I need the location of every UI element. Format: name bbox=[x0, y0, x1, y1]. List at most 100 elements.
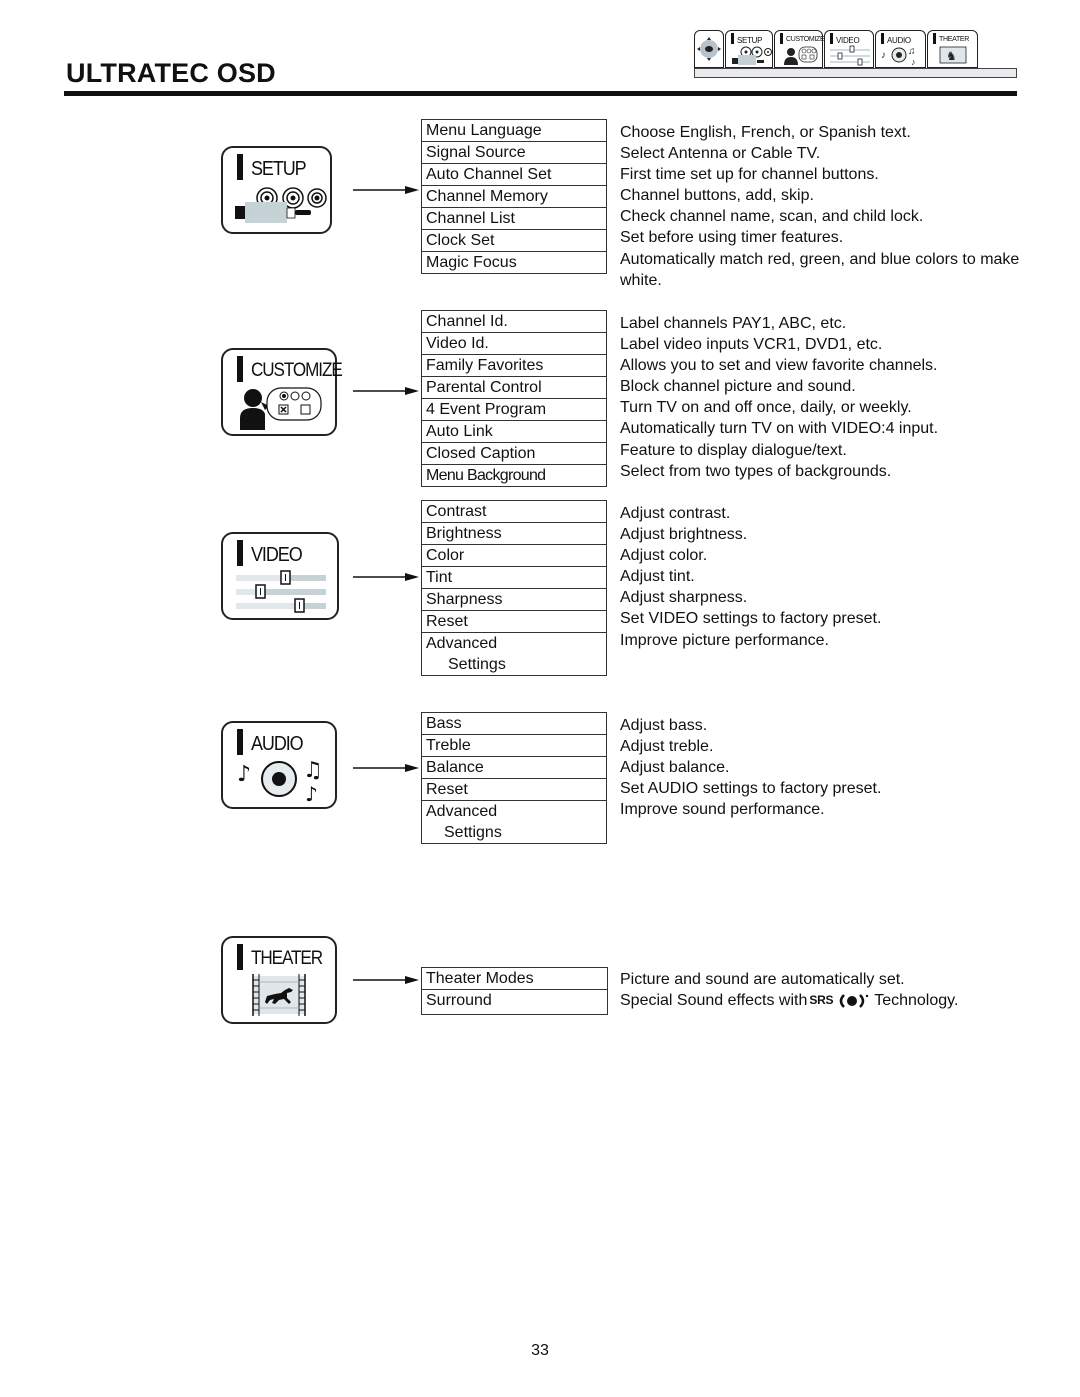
description: Adjust bass. bbox=[620, 717, 708, 734]
description: Improve picture performance. bbox=[620, 631, 829, 649]
tab-strip-bar bbox=[694, 68, 1017, 78]
menu-item-advanced-settings[interactable]: Advanced Settigns bbox=[422, 801, 606, 843]
tab-label: SETUP bbox=[737, 36, 763, 45]
video-icon-box: VIDEO bbox=[221, 532, 339, 620]
menu-item-theater-modes[interactable]: Theater Modes bbox=[422, 968, 607, 990]
description: Adjust sharpness. bbox=[620, 589, 748, 607]
description: Block channel picture and sound. bbox=[620, 378, 856, 396]
menu-item-channel-id[interactable]: Channel Id. bbox=[422, 311, 606, 333]
menu-item-magic-focus[interactable]: Magic Focus bbox=[422, 252, 606, 273]
tab-navigation[interactable] bbox=[694, 30, 724, 68]
description: Set AUDIO settings to factory preset. bbox=[620, 780, 882, 798]
section-label: SETUP bbox=[251, 158, 307, 180]
menu-item-contrast[interactable]: Contrast bbox=[422, 501, 606, 523]
theater-descriptions: Picture and sound are automatically set.… bbox=[620, 969, 1030, 1011]
menu-item-closed-caption[interactable]: Closed Caption bbox=[422, 443, 606, 465]
description: Select from two types of backgrounds. bbox=[620, 462, 892, 480]
tab-marker bbox=[933, 33, 936, 44]
menu-item-reset[interactable]: Reset bbox=[422, 611, 606, 633]
section-label: THEATER bbox=[251, 948, 323, 969]
description: Select Antenna or Cable TV. bbox=[620, 145, 821, 163]
menu-item-bass[interactable]: Bass bbox=[422, 713, 606, 735]
description: Channel buttons, add, skip. bbox=[620, 187, 814, 205]
menu-item-brightness[interactable]: Brightness bbox=[422, 523, 606, 545]
svg-text:♪: ♪ bbox=[881, 50, 886, 61]
customize-icon bbox=[240, 387, 322, 430]
description: Set VIDEO settings to factory preset. bbox=[620, 610, 882, 628]
menu-item-channel-list[interactable]: Channel List bbox=[422, 208, 606, 230]
customize-menu: Channel Id. Video Id. Family Favorites P… bbox=[421, 310, 607, 487]
setup-arrow-icon bbox=[353, 186, 419, 194]
tab-marker bbox=[881, 33, 884, 44]
section-marker bbox=[237, 729, 243, 755]
description: Picture and sound are automatically set. bbox=[620, 971, 905, 988]
menu-item-advanced-settings[interactable]: Advanced Settings bbox=[422, 633, 606, 675]
audio-arrow-icon bbox=[353, 764, 419, 772]
description: Adjust balance. bbox=[620, 759, 730, 777]
video-descriptions: Adjust contrast. Adjust brightness. Adju… bbox=[620, 503, 1030, 651]
customize-arrow-icon bbox=[353, 387, 419, 395]
menu-item-color[interactable]: Color bbox=[422, 545, 606, 567]
menu-item-signal-source[interactable]: Signal Source bbox=[422, 142, 606, 164]
customize-icon-box: CUSTOMIZE bbox=[221, 348, 343, 436]
menu-item-parental-control[interactable]: Parental Control bbox=[422, 377, 606, 399]
description: Adjust brightness. bbox=[620, 526, 748, 544]
srs-logo: SRS bbox=[809, 990, 870, 1011]
page-number: 33 bbox=[531, 1342, 549, 1359]
svg-text:♫: ♫ bbox=[303, 758, 323, 783]
dpad-icon bbox=[697, 37, 721, 61]
svg-text:♪: ♪ bbox=[237, 762, 251, 787]
tab-marker bbox=[731, 33, 734, 44]
tab-customize[interactable]: CUSTOMIZE bbox=[774, 30, 825, 68]
audio-descriptions: Adjust bass. Adjust treble. Adjust balan… bbox=[620, 715, 1030, 820]
video-menu: Contrast Brightness Color Tint Sharpness… bbox=[421, 500, 607, 676]
customize-descriptions: Label channels PAY1, ABC, etc. Label vid… bbox=[620, 313, 1030, 482]
menu-item-balance[interactable]: Balance bbox=[422, 757, 606, 779]
video-arrow-icon bbox=[353, 573, 419, 581]
menu-item-tint[interactable]: Tint bbox=[422, 567, 606, 589]
theater-icon: ♞ bbox=[939, 46, 967, 64]
setup-menu: Menu Language Signal Source Auto Channel… bbox=[421, 119, 607, 274]
setup-descriptions: Choose English, French, or Spanish text.… bbox=[620, 122, 1030, 291]
description: Feature to display dialogue/text. bbox=[620, 441, 847, 459]
menu-item-treble[interactable]: Treble bbox=[422, 735, 606, 757]
tab-video[interactable]: VIDEO bbox=[824, 30, 874, 68]
section-label: AUDIO bbox=[251, 733, 304, 755]
srs-logo-text: SRS bbox=[809, 993, 834, 1008]
menu-item-menu-background[interactable]: Menu Background bbox=[422, 465, 606, 486]
menu-item-auto-link[interactable]: Auto Link bbox=[422, 421, 606, 443]
menu-item-4-event-program[interactable]: 4 Event Program bbox=[422, 399, 606, 421]
description: Adjust contrast. bbox=[620, 505, 731, 522]
osd-tab-strip: SETUP CUSTOMIZE VIDEO AUDIO ♪ ♫ ♪ THEATE… bbox=[694, 30, 1017, 80]
menu-item-reset[interactable]: Reset bbox=[422, 779, 606, 801]
theater-icon bbox=[252, 974, 306, 1016]
menu-item-video-id[interactable]: Video Id. bbox=[422, 333, 606, 355]
tab-setup[interactable]: SETUP bbox=[725, 30, 773, 68]
menu-item-family-favorites[interactable]: Family Favorites bbox=[422, 355, 606, 377]
audio-icon-box: AUDIO ♪ ♫ ♪ bbox=[221, 721, 337, 809]
menu-item-label-continued: Settings bbox=[448, 656, 506, 673]
menu-item-label-continued: Settigns bbox=[444, 824, 502, 841]
svg-text:♪: ♪ bbox=[911, 57, 916, 66]
setup-icon-box: SETUP bbox=[221, 146, 332, 234]
menu-item-auto-channel-set[interactable]: Auto Channel Set bbox=[422, 164, 606, 186]
menu-item-channel-memory[interactable]: Channel Memory bbox=[422, 186, 606, 208]
video-icon bbox=[830, 45, 870, 66]
description: Adjust color. bbox=[620, 547, 708, 565]
tab-theater[interactable]: THEATER ♞ bbox=[927, 30, 978, 68]
theater-arrow-icon bbox=[353, 976, 419, 984]
menu-item-label: Advanced bbox=[426, 635, 498, 652]
menu-item-sharpness[interactable]: Sharpness bbox=[422, 589, 606, 611]
page-title: ULTRATEC OSD bbox=[66, 58, 276, 88]
svg-text:♫: ♫ bbox=[908, 46, 916, 57]
description: Check channel name, scan, and child lock… bbox=[620, 208, 924, 226]
description: Choose English, French, or Spanish text. bbox=[620, 124, 911, 141]
menu-item-clock-set[interactable]: Clock Set bbox=[422, 230, 606, 252]
menu-item-surround[interactable]: Surround bbox=[422, 990, 607, 1014]
title-rule bbox=[64, 91, 1017, 96]
tab-label: THEATER bbox=[939, 36, 970, 43]
tab-audio[interactable]: AUDIO ♪ ♫ ♪ bbox=[875, 30, 926, 68]
menu-item-menu-language[interactable]: Menu Language bbox=[422, 120, 606, 142]
description-text: Special Sound effects with bbox=[620, 992, 808, 1010]
tab-marker bbox=[780, 33, 783, 44]
